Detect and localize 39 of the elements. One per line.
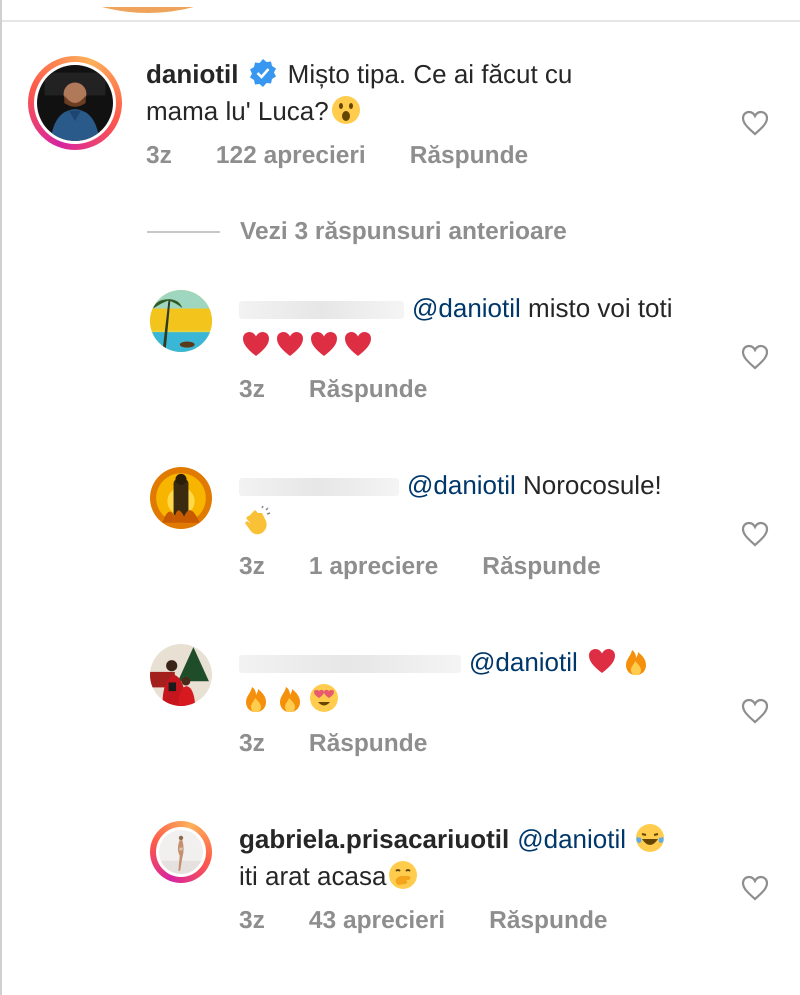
- reply-link[interactable]: Răspunde: [410, 142, 528, 170]
- mention-link[interactable]: @daniotil: [469, 647, 578, 677]
- laughing-face-icon: [635, 823, 666, 853]
- heart-emoji-icon: [309, 329, 339, 359]
- time-ago: 3z: [239, 730, 265, 758]
- heart-emoji-icon: [275, 329, 305, 359]
- reply-link[interactable]: Răspunde: [482, 553, 601, 581]
- heart-emoji-icon: [241, 329, 271, 359]
- like-button[interactable]: [740, 342, 770, 372]
- heart-emoji-icon: [587, 646, 618, 676]
- comment-text: daniotil Mișto tipa. Ce ai făcut cu mama lu' Luca?: [146, 57, 574, 128]
- mention-link[interactable]: @daniotil: [517, 824, 626, 854]
- comment-text: @daniotil Norocosule!: [239, 467, 684, 541]
- comment-text: @daniotil misto voi toti: [239, 290, 684, 364]
- like-button[interactable]: [740, 108, 770, 138]
- time-ago: 3z: [146, 142, 172, 170]
- like-button[interactable]: [740, 519, 770, 549]
- mention-link[interactable]: @daniotil: [407, 470, 516, 500]
- heart-emoji-icon: [343, 329, 373, 359]
- reply-link[interactable]: Răspunde: [308, 376, 428, 404]
- heart-eyes-face-icon: [309, 683, 339, 713]
- likes-count[interactable]: 122 aprecieri: [216, 142, 366, 170]
- username[interactable]: daniotil: [146, 59, 238, 89]
- reply-link[interactable]: Răspunde: [489, 907, 608, 935]
- time-ago: 3z: [239, 376, 265, 404]
- like-button[interactable]: [740, 873, 770, 903]
- likes-count[interactable]: 1 apreciere: [308, 553, 438, 581]
- hand-over-mouth-face-icon: [388, 860, 418, 890]
- likes-count[interactable]: 43 aprecieri: [308, 907, 446, 935]
- comment-text: gabriela.prisacariuotil @daniotil iti arat acasa: [239, 821, 684, 895]
- mention-link[interactable]: @daniotil: [412, 293, 521, 323]
- username[interactable]: gabriela.prisacariuotil: [239, 824, 510, 854]
- reply-link[interactable]: Răspunde: [308, 730, 428, 758]
- view-previous-replies[interactable]: Vezi 3 răspunsuri anterioare: [240, 218, 567, 246]
- time-ago: 3z: [239, 907, 265, 935]
- like-button[interactable]: [740, 696, 770, 726]
- avatar-edge-icon: [102, 7, 194, 13]
- time-ago: 3z: [239, 553, 265, 581]
- surprised-face-icon: [330, 95, 361, 125]
